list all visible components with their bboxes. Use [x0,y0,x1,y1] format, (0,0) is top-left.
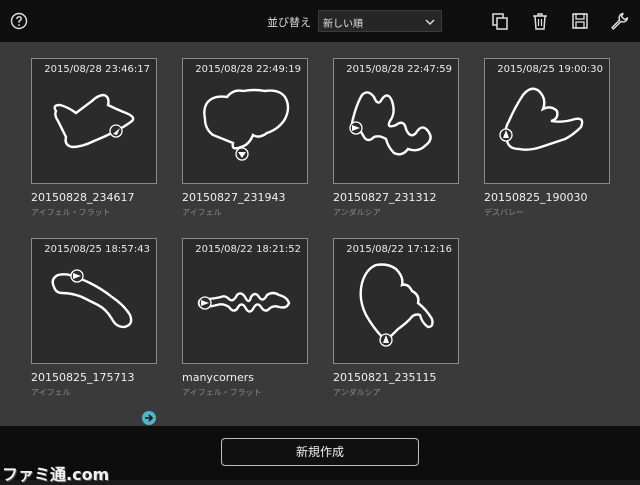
course-card[interactable]: 2015/08/28 23:46:17 20150828_234617 アイフェ… [31,58,157,218]
course-name: 20150825_175713 [31,371,135,384]
sort-label: 並び替え [267,16,311,29]
save-icon[interactable] [570,11,590,31]
course-thumbnail[interactable]: 2015/08/22 18:21:52 [182,238,308,364]
course-name: 20150828_234617 [31,191,135,204]
course-name: manycorners [182,371,255,384]
course-name: 20150827_231943 [182,191,286,204]
course-location: アイフェル [182,208,222,217]
course-location: アイフェル・フラット [182,388,262,397]
course-grid: 2015/08/28 23:46:17 20150828_234617 アイフェ… [0,42,640,426]
course-location: アイフェル・フラット [31,208,111,217]
help-icon[interactable] [10,12,28,30]
course-location: アイフェル [31,388,71,397]
share-arrow-icon[interactable] [142,411,156,425]
course-card[interactable]: 2015/08/25 18:57:43 20150825_175713 アイフェ… [31,238,157,398]
track-map [51,269,133,329]
course-thumbnail[interactable]: 2015/08/22 17:12:16 [333,238,459,364]
course-card[interactable]: 2015/08/28 22:49:19 20150827_231943 アイフェ… [182,58,308,218]
course-card[interactable]: 2015/08/22 18:21:52 manycorners アイフェル・フラ… [182,238,308,398]
course-name: 20150821_235115 [333,371,437,384]
course-thumbnail[interactable]: 2015/08/25 18:57:43 [31,238,157,364]
wrench-icon[interactable] [609,11,629,31]
course-card[interactable]: 2015/08/28 22:47:59 20150827_231312 アンダル… [333,58,459,218]
course-name: 20150825_190030 [484,191,588,204]
trash-icon[interactable] [530,11,550,31]
sort-dropdown-value: 新しい順 [323,19,363,30]
top-toolbar: 並び替え 新しい順 [0,0,640,42]
chevron-down-icon [425,19,435,25]
course-card[interactable]: 2015/08/22 17:12:16 20150821_235115 アンダル… [333,238,459,398]
course-card[interactable]: 2015/08/25 19:00:30 20150825_190030 デスバレ… [484,58,610,218]
new-course-button[interactable]: 新規作成 [221,438,419,466]
copy-icon[interactable] [490,11,510,31]
track-map [499,87,584,151]
course-thumbnail[interactable]: 2015/08/25 19:00:30 [484,58,610,184]
course-location: アンダルシア [333,388,381,397]
course-thumbnail[interactable]: 2015/08/28 22:47:59 [333,58,459,184]
sort-dropdown[interactable]: 新しい順 [318,10,442,32]
track-map [359,263,434,347]
track-map [197,291,291,313]
course-thumbnail[interactable]: 2015/08/28 23:46:17 [31,58,157,184]
track-map [349,91,432,156]
course-location: デスバレー [484,208,524,217]
course-name: 20150827_231312 [333,191,437,204]
course-location: アンダルシア [333,208,381,217]
course-thumbnail[interactable]: 2015/08/28 22:49:19 [182,58,308,184]
track-map [203,88,290,161]
track-map [53,93,135,149]
watermark-logo: ファミ通.com [2,465,110,484]
